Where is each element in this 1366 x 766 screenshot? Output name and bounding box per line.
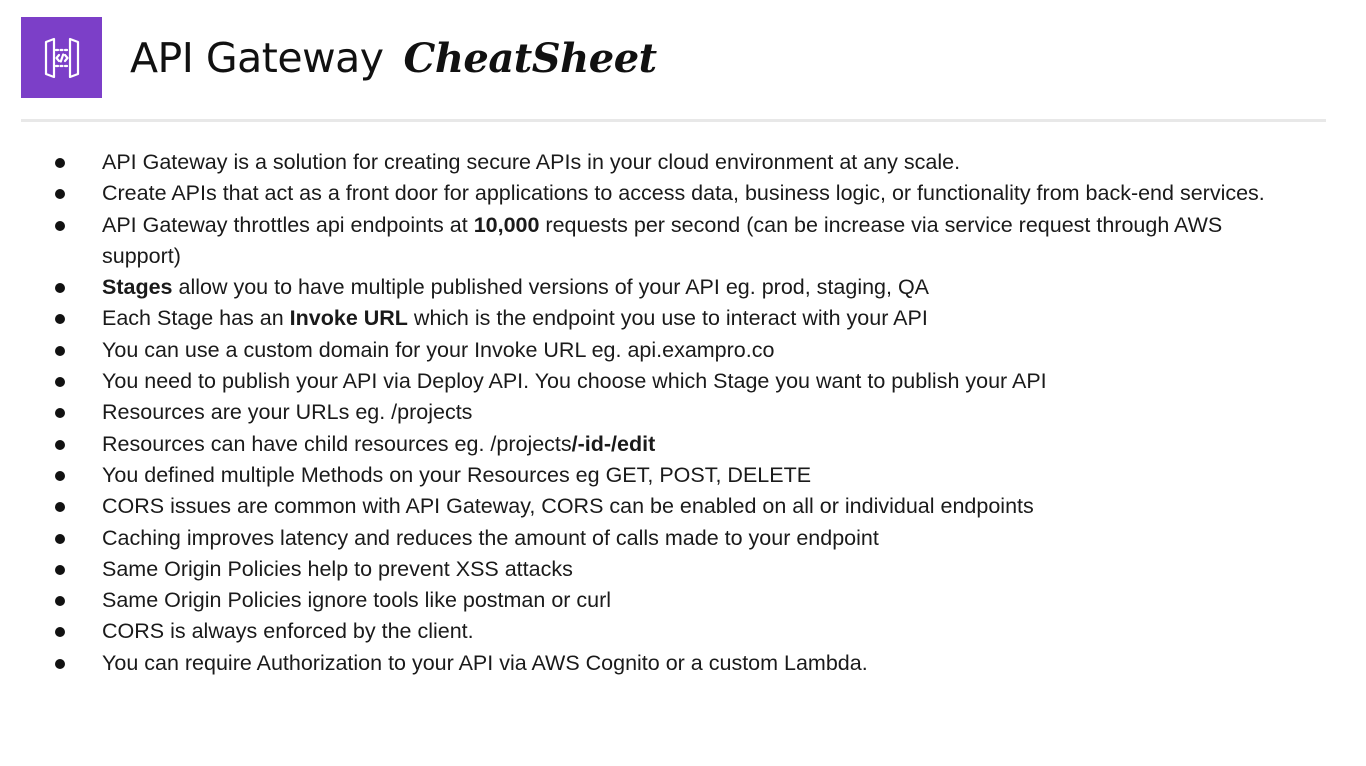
- cheatsheet-bullet-list: API Gateway is a solution for creating s…: [0, 147, 1300, 679]
- bullet-text: Caching improves latency and reduces the…: [102, 525, 879, 550]
- bullet-dot-icon: [55, 283, 65, 294]
- bullet-item: Same Origin Policies ignore tools like p…: [0, 585, 1300, 616]
- bullet-item: You can use a custom domain for your Inv…: [0, 335, 1300, 366]
- bullet-text: Create APIs that act as a front door for…: [102, 181, 1265, 206]
- bullet-text: Each Stage has an: [102, 306, 290, 331]
- bullet-dot-icon: [55, 314, 65, 325]
- bullet-bold-text: /-id-/edit: [571, 431, 656, 456]
- bullet-item: API Gateway is a solution for creating s…: [0, 147, 1300, 178]
- bullet-item: Caching improves latency and reduces the…: [0, 523, 1300, 554]
- bullet-item: You need to publish your API via Deploy …: [0, 366, 1300, 397]
- bullet-dot-icon: [55, 189, 65, 200]
- bullet-dot-icon: [55, 220, 65, 231]
- bullet-dot-icon: [55, 502, 65, 513]
- bullet-text: Same Origin Policies help to prevent XSS…: [102, 556, 573, 581]
- page-header: API Gateway CheatSheet: [21, 17, 657, 98]
- bullet-text: API Gateway is a solution for creating s…: [102, 150, 961, 174]
- bullet-item: Stages allow you to have multiple publis…: [0, 272, 1300, 303]
- bullet-dot-icon: [55, 658, 65, 669]
- bullet-text: Resources can have child resources eg. /…: [102, 431, 572, 456]
- bullet-text: You defined multiple Methods on your Res…: [102, 462, 812, 487]
- bullet-text: Resources are your URLs eg. /projects: [102, 400, 473, 425]
- title-script: CheatSheet: [403, 34, 658, 82]
- bullet-item: CORS issues are common with API Gateway,…: [0, 491, 1300, 522]
- bullet-dot-icon: [55, 564, 65, 575]
- bullet-text: CORS issues are common with API Gateway,…: [102, 494, 1034, 519]
- bullet-dot-icon: [55, 470, 65, 481]
- bullet-item: Each Stage has an Invoke URL which is th…: [0, 303, 1300, 334]
- bullet-bold-text: 10,000: [473, 212, 540, 237]
- bullet-item: API Gateway throttles api endpoints at 1…: [0, 210, 1300, 273]
- bullet-dot-icon: [55, 377, 65, 388]
- bullet-bold-text: Stages: [102, 275, 173, 300]
- bullet-dot-icon: [55, 158, 65, 168]
- bullet-item: Create APIs that act as a front door for…: [0, 178, 1300, 209]
- bullet-bold-text: Invoke URL: [289, 306, 408, 331]
- bullet-item: CORS is always enforced by the client.: [0, 616, 1300, 647]
- bullet-text: You can use a custom domain for your Inv…: [102, 337, 775, 362]
- page-title: API Gateway CheatSheet: [130, 34, 657, 82]
- bullet-text: You can require Authorization to your AP…: [102, 650, 868, 675]
- bullet-text: Same Origin Policies ignore tools like p…: [102, 588, 612, 613]
- bullet-item: Same Origin Policies help to prevent XSS…: [0, 554, 1300, 585]
- bullet-text: allow you to have multiple published ver…: [172, 275, 930, 300]
- bullet-dot-icon: [55, 533, 65, 544]
- bullet-text: API Gateway throttles api endpoints at: [102, 212, 474, 237]
- bullet-item: You can require Authorization to your AP…: [0, 648, 1300, 679]
- bullet-dot-icon: [55, 408, 65, 419]
- title-main: API Gateway: [130, 33, 384, 82]
- bullet-item: Resources are your URLs eg. /projects: [0, 397, 1300, 428]
- bullet-dot-icon: [55, 596, 65, 607]
- header-divider: [21, 119, 1326, 122]
- bullet-item: You defined multiple Methods on your Res…: [0, 460, 1300, 491]
- bullet-item: Resources can have child resources eg. /…: [0, 429, 1300, 460]
- bullet-text: which is the endpoint you use to interac…: [407, 306, 928, 331]
- bullet-dot-icon: [55, 345, 65, 356]
- bullet-text: CORS is always enforced by the client.: [102, 619, 474, 644]
- bullet-dot-icon: [55, 439, 65, 450]
- bullet-text: You need to publish your API via Deploy …: [102, 369, 1047, 394]
- api-gateway-icon: [21, 17, 102, 98]
- bullet-dot-icon: [55, 627, 65, 638]
